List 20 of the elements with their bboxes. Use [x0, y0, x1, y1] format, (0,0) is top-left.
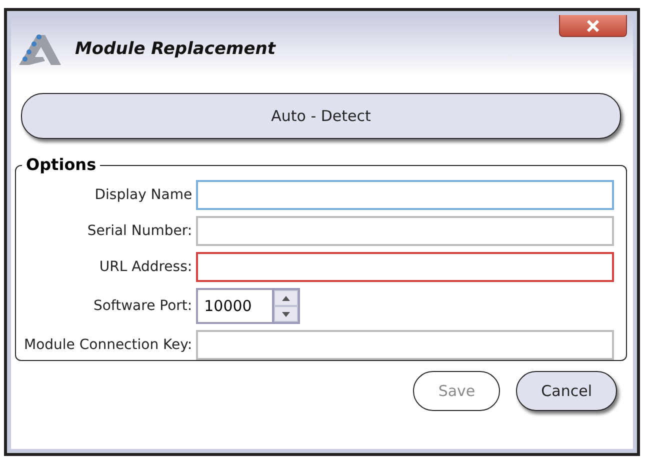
input-field[interactable]	[196, 180, 614, 210]
field-label: Display Name	[94, 187, 192, 203]
input-field[interactable]	[196, 330, 614, 360]
down-arrow-icon	[282, 312, 290, 316]
window-title: Module Replacement	[75, 39, 276, 59]
port-field[interactable]: 10000	[196, 288, 274, 324]
field-label: Serial Number:	[86, 223, 192, 239]
dialog-button[interactable]: Cancel	[516, 371, 617, 411]
field-label: Software Port:	[92, 298, 192, 314]
close-icon	[586, 20, 600, 32]
input-field[interactable]	[196, 252, 614, 282]
up-arrow-icon	[282, 296, 290, 300]
spin-down-button[interactable]	[274, 306, 298, 322]
spin-up-button[interactable]	[274, 290, 298, 306]
field-label: URL Address:	[98, 259, 192, 275]
field-label: Module Connection Key:	[24, 337, 192, 353]
group-title: Options	[22, 155, 100, 175]
auto-detect-button[interactable]: Auto - Detect	[21, 93, 621, 139]
input-field[interactable]	[196, 216, 614, 246]
close-button[interactable]	[559, 15, 627, 37]
